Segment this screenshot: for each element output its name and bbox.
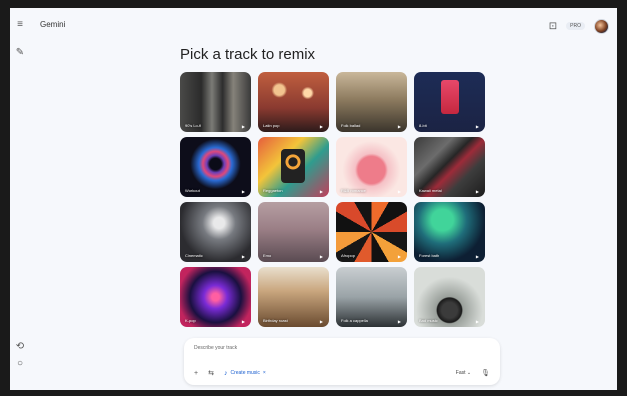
play-icon[interactable]: ▶ [398,254,401,259]
track-tile[interactable]: Forest bath ▶ [414,202,485,262]
canvas-icon[interactable]: ⊡ [549,21,557,32]
mode-selector[interactable]: Fast ⌄ [456,370,471,376]
track-label: Folk ballad [341,123,361,128]
pro-badge[interactable]: PRO [566,22,585,30]
track-tile[interactable]: Emo ▶ [258,202,329,262]
tools-icon[interactable]: ⇆ [208,369,214,377]
track-tile[interactable]: K-pop ▶ [180,267,251,327]
track-tile[interactable]: 90's Lo-fi ▶ [180,72,251,132]
track-tile[interactable]: Bad music ▶ [414,267,485,327]
track-tile[interactable]: Workout ▶ [180,137,251,197]
create-music-label: Create music [230,370,260,376]
track-grid: 90's Lo-fi ▶ Latin pop ▶ Folk ballad ▶ 8-bi… [180,72,485,327]
play-icon[interactable]: ▶ [242,124,245,129]
play-icon[interactable]: ▶ [476,319,479,324]
track-tile[interactable]: Reggaeton ▶ [258,137,329,197]
track-label: Reggaeton [263,188,283,193]
track-label: Birthday roast [263,318,288,323]
play-icon[interactable]: ▶ [398,319,401,324]
play-icon[interactable]: ▶ [242,319,245,324]
track-label: Folk a cappella [341,318,368,323]
track-tile[interactable]: 8-bit ▶ [414,72,485,132]
page-title: Pick a track to remix [180,46,316,63]
track-tile[interactable]: Afropop ▶ [336,202,407,262]
track-tile[interactable]: Cinematic ▶ [180,202,251,262]
track-label: 8-bit [419,123,427,128]
play-icon[interactable]: ▶ [476,254,479,259]
track-tile[interactable]: Birthday roast ▶ [258,267,329,327]
track-tile[interactable]: R&B romance ▶ [336,137,407,197]
track-tile[interactable]: Latin pop ▶ [258,72,329,132]
play-icon[interactable]: ▶ [320,124,323,129]
track-label: 90's Lo-fi [185,123,202,128]
activity-icon[interactable]: ⟲ [13,340,27,354]
music-note-icon: ♪ [223,369,228,377]
play-icon[interactable]: ▶ [242,254,245,259]
track-tile[interactable]: Kawaii metal ▶ [414,137,485,197]
track-label: Kawaii metal [419,188,442,193]
microphone-icon[interactable]: 🎙 [481,369,490,377]
sidebar: ≡ ✎ ⟲ ○ [10,8,30,390]
play-icon[interactable]: ▶ [320,319,323,324]
track-label: Bad music [419,318,438,323]
play-icon[interactable]: ▶ [398,124,401,129]
top-right-actions: ⊡ PRO [549,16,609,36]
track-label: Emo [263,253,272,258]
track-label: Cinematic [185,253,203,258]
track-tile[interactable]: Folk ballad ▶ [336,72,407,132]
new-chat-icon[interactable]: ✎ [13,46,27,60]
play-icon[interactable]: ▶ [398,189,401,194]
top-bar: Gemini ⊡ PRO [32,8,617,42]
track-label: Workout [185,188,200,193]
track-label: Afropop [341,253,356,258]
mode-label: Fast [455,370,466,376]
track-label: R&B romance [341,188,366,193]
play-icon[interactable]: ▶ [476,124,479,129]
chevron-down-icon: ⌄ [466,370,472,376]
play-icon[interactable]: ▶ [242,189,245,194]
app-title[interactable]: Gemini [40,20,65,29]
track-label: Latin pop [263,123,280,128]
settings-icon[interactable]: ○ [13,357,27,371]
chip-close-icon[interactable]: × [263,370,266,376]
menu-icon[interactable]: ≡ [13,18,27,32]
add-icon[interactable]: + [194,370,198,377]
play-icon[interactable]: ▶ [320,189,323,194]
track-label: K-pop [185,318,196,323]
prompt-input[interactable] [194,345,484,351]
track-tile[interactable]: Folk a cappella ▶ [336,267,407,327]
composer-toolbar: + ⇆ ♪ Create music × Fast ⌄ 🎙 [194,367,490,379]
play-icon[interactable]: ▶ [476,189,479,194]
track-label: Forest bath [419,253,440,258]
app-window: ≡ ✎ ⟲ ○ Gemini ⊡ PRO Pick a track to rem… [10,8,617,390]
play-icon[interactable]: ▶ [320,254,323,259]
avatar[interactable] [594,18,609,34]
prompt-composer: + ⇆ ♪ Create music × Fast ⌄ 🎙 [184,338,500,385]
create-music-chip[interactable]: ♪ Create music × [224,370,266,377]
